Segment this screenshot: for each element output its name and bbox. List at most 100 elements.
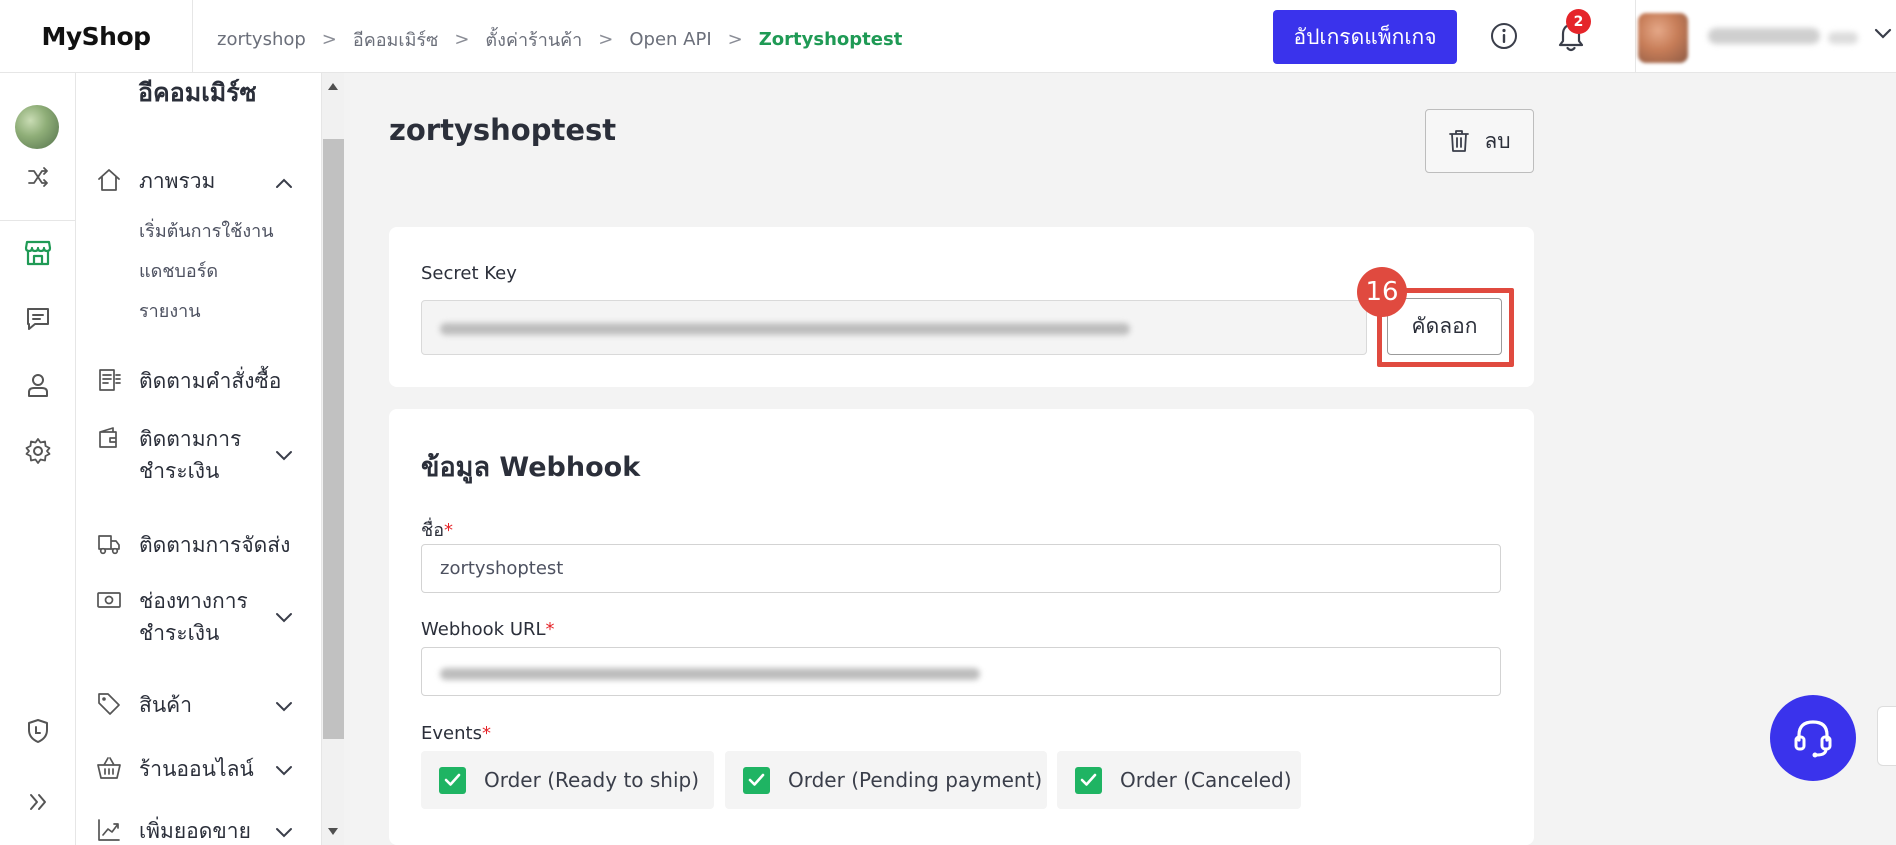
sidebar-item-label: ภาพรวม <box>139 169 216 193</box>
sidebar-item-shipping-tracking[interactable]: ติดตามการจัดส่ง <box>76 527 306 567</box>
sidebar-item-payment-channels[interactable]: ช่องทางการ ชำระเงิน <box>76 583 306 653</box>
checkbox-checked[interactable] <box>1075 766 1102 794</box>
required-mark: * <box>481 723 491 744</box>
sidebar-subitem-reports[interactable]: รายงาน <box>139 296 201 325</box>
truck-icon <box>98 535 120 555</box>
support-chat-button[interactable] <box>1770 695 1856 781</box>
event-option-canceled[interactable]: Order (Canceled) <box>1057 751 1301 809</box>
name-label: ชื่อ* <box>421 515 453 544</box>
sidebar-item-boost-sales[interactable]: เพิ่มยอดขาย <box>76 813 306 845</box>
event-option-pending-payment[interactable]: Order (Pending payment) <box>725 751 1047 809</box>
scroll-down-arrow[interactable] <box>328 828 338 835</box>
sidebar-item-label: ร้านออนไลน์ <box>139 757 254 781</box>
profile-menu[interactable] <box>1635 0 1896 72</box>
sidebar-item-label-line2: ชำระเงิน <box>139 621 220 645</box>
secret-key-label: Secret Key <box>421 263 517 284</box>
breadcrumb-item-ecommerce[interactable]: อีคอมเมิร์ซ <box>353 25 438 54</box>
sidebar-item-label: ช่องทางการ <box>139 589 248 613</box>
secret-key-value-blurred <box>440 323 1130 335</box>
shield-icon[interactable] <box>22 715 54 747</box>
check-icon <box>748 773 765 786</box>
tag-icon <box>98 693 120 715</box>
breadcrumb-separator: > <box>321 29 337 50</box>
delete-button[interactable]: ลบ <box>1425 109 1534 173</box>
chevron-down-icon[interactable] <box>1874 28 1892 40</box>
side-panel-tab[interactable] <box>1877 706 1896 766</box>
sidebar: อีคอมเมิร์ซ ภาพรวม เริ่มต้นการใช้งาน แดช… <box>76 73 321 845</box>
shuffle-icon[interactable] <box>22 161 54 193</box>
sidebar-item-products[interactable]: สินค้า <box>76 687 306 727</box>
sidebar-item-label: ติดตามการจัดส่ง <box>139 533 291 557</box>
rail-divider <box>0 220 76 221</box>
double-chevron-right-icon[interactable] <box>22 786 54 818</box>
breadcrumb-separator: > <box>727 29 743 50</box>
webhook-url-field[interactable] <box>421 647 1501 696</box>
shop-avatar[interactable] <box>15 105 59 149</box>
sidebar-item-label: สินค้า <box>139 693 193 717</box>
required-mark: * <box>545 619 555 640</box>
copy-button[interactable]: คัดลอก <box>1387 298 1502 355</box>
breadcrumb-item-open-api[interactable]: Open API <box>629 29 711 50</box>
sidebar-scrollbar[interactable] <box>321 73 344 845</box>
chevron-down-icon[interactable] <box>275 701 293 713</box>
breadcrumb-item-current: Zortyshoptest <box>758 29 903 50</box>
webhook-url-value-blurred <box>440 668 980 680</box>
cash-icon <box>97 592 121 608</box>
name-field[interactable]: zortyshoptest <box>421 544 1501 593</box>
upgrade-package-button[interactable]: อัปเกรดแพ็กเกจ <box>1273 10 1457 64</box>
wallet-icon <box>99 427 117 448</box>
sidebar-item-overview[interactable]: ภาพรวม <box>76 163 306 203</box>
sidebar-item-label: ติดตามการ <box>139 427 242 451</box>
profile-role-blurred <box>1828 32 1858 44</box>
event-option-label: Order (Pending payment) <box>788 768 1043 792</box>
required-mark: * <box>444 520 454 541</box>
scroll-up-arrow[interactable] <box>328 83 338 90</box>
breadcrumb-item-shop[interactable]: zortyshop <box>217 29 306 50</box>
headset-icon <box>1794 720 1832 758</box>
chat-icon[interactable] <box>22 303 54 335</box>
chevron-up-icon[interactable] <box>275 177 293 189</box>
check-icon <box>444 773 461 786</box>
chevron-down-icon[interactable] <box>275 827 293 839</box>
event-option-ready-to-ship[interactable]: Order (Ready to ship) <box>421 751 714 809</box>
sidebar-subitem-dashboard[interactable]: แดชบอร์ด <box>139 256 218 285</box>
notification-badge: 2 <box>1566 9 1591 34</box>
icon-rail <box>0 73 76 845</box>
page-title: zortyshoptest <box>389 113 617 147</box>
secret-key-card: Secret Key คัดลอก 16 <box>389 227 1534 387</box>
breadcrumb: zortyshop > อีคอมเมิร์ซ > ตั้งค่าร้านค้า… <box>217 25 902 54</box>
scroll-thumb[interactable] <box>323 139 344 739</box>
breadcrumb-item-store-settings[interactable]: ตั้งค่าร้านค้า <box>485 25 582 54</box>
checkbox-checked[interactable] <box>439 766 466 794</box>
step-number-badge: 16 <box>1357 267 1407 317</box>
info-icon[interactable] <box>1490 22 1518 50</box>
sidebar-item-orders[interactable]: ติดตามคำสั่งซื้อ <box>76 363 306 403</box>
store-icon[interactable] <box>22 237 54 269</box>
profile-name-blurred <box>1708 28 1820 44</box>
secret-key-field[interactable] <box>421 300 1367 355</box>
brand-logo[interactable]: MyShop <box>0 0 193 72</box>
webhook-url-label: Webhook URL* <box>421 619 555 640</box>
sidebar-item-online-store[interactable]: ร้านออนไลน์ <box>76 751 306 791</box>
breadcrumb-separator: > <box>454 29 470 50</box>
sidebar-item-payment-tracking[interactable]: ติดตามการ ชำระเงิน <box>76 421 306 491</box>
chart-up-icon <box>98 819 120 841</box>
delete-button-label: ลบ <box>1484 128 1511 153</box>
name-label-text: ชื่อ <box>421 520 445 541</box>
sidebar-subitem-getting-started[interactable]: เริ่มต้นการใช้งาน <box>139 216 274 245</box>
chevron-down-icon[interactable] <box>275 450 293 462</box>
events-label-text: Events <box>421 723 482 744</box>
gear-icon[interactable] <box>22 435 54 467</box>
user-icon[interactable] <box>22 369 54 401</box>
chevron-down-icon[interactable] <box>275 612 293 624</box>
checkbox-checked[interactable] <box>743 766 770 794</box>
chevron-down-icon[interactable] <box>275 765 293 777</box>
event-option-label: Order (Canceled) <box>1120 768 1292 792</box>
event-option-label: Order (Ready to ship) <box>484 768 700 792</box>
sidebar-item-label: ติดตามคำสั่งซื้อ <box>139 369 282 393</box>
webhook-card: ข้อมูล Webhook ชื่อ* zortyshoptest Webho… <box>389 409 1534 845</box>
breadcrumb-separator: > <box>598 29 614 50</box>
sidebar-item-label-line2: ชำระเงิน <box>139 459 220 483</box>
trash-icon <box>1449 130 1470 152</box>
check-icon <box>1080 773 1097 786</box>
